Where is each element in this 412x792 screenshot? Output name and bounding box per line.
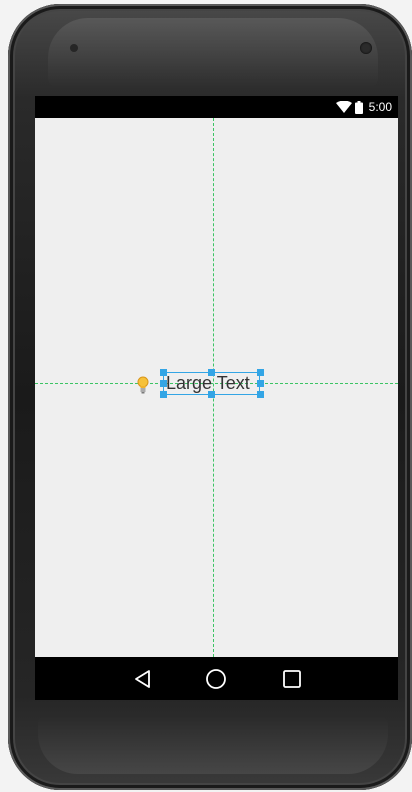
recents-button[interactable] [278,665,306,693]
resize-handle-top-left[interactable] [160,369,167,376]
wifi-icon [335,101,352,113]
resize-handle-bottom-right[interactable] [257,391,264,398]
home-circle-icon [206,669,226,689]
resize-handle-top-center[interactable] [208,369,215,376]
phone-top-bezel [48,18,378,88]
status-icons: 5:00 [335,99,392,115]
resize-handle-bottom-left[interactable] [160,391,167,398]
battery-icon [354,100,363,114]
home-button[interactable] [202,665,230,693]
phone-bottom-bezel [38,716,388,774]
device-preview: 5:00 Large Text [0,0,412,792]
lightbulb-icon[interactable] [136,376,150,394]
layout-canvas[interactable]: Large Text [35,118,398,657]
status-bar: 5:00 [35,96,398,118]
front-camera [70,44,78,52]
navigation-bar [35,657,398,700]
resize-handle-middle-right[interactable] [257,380,264,387]
resize-handle-bottom-center[interactable] [208,391,215,398]
resize-handle-top-right[interactable] [257,369,264,376]
recents-square-icon [283,670,301,688]
back-button[interactable] [129,665,157,693]
device-screen: 5:00 Large Text [35,96,398,700]
back-triangle-icon [135,670,150,688]
status-time: 5:00 [368,100,392,114]
resize-handle-middle-left[interactable] [160,380,167,387]
proximity-sensor [360,42,372,54]
